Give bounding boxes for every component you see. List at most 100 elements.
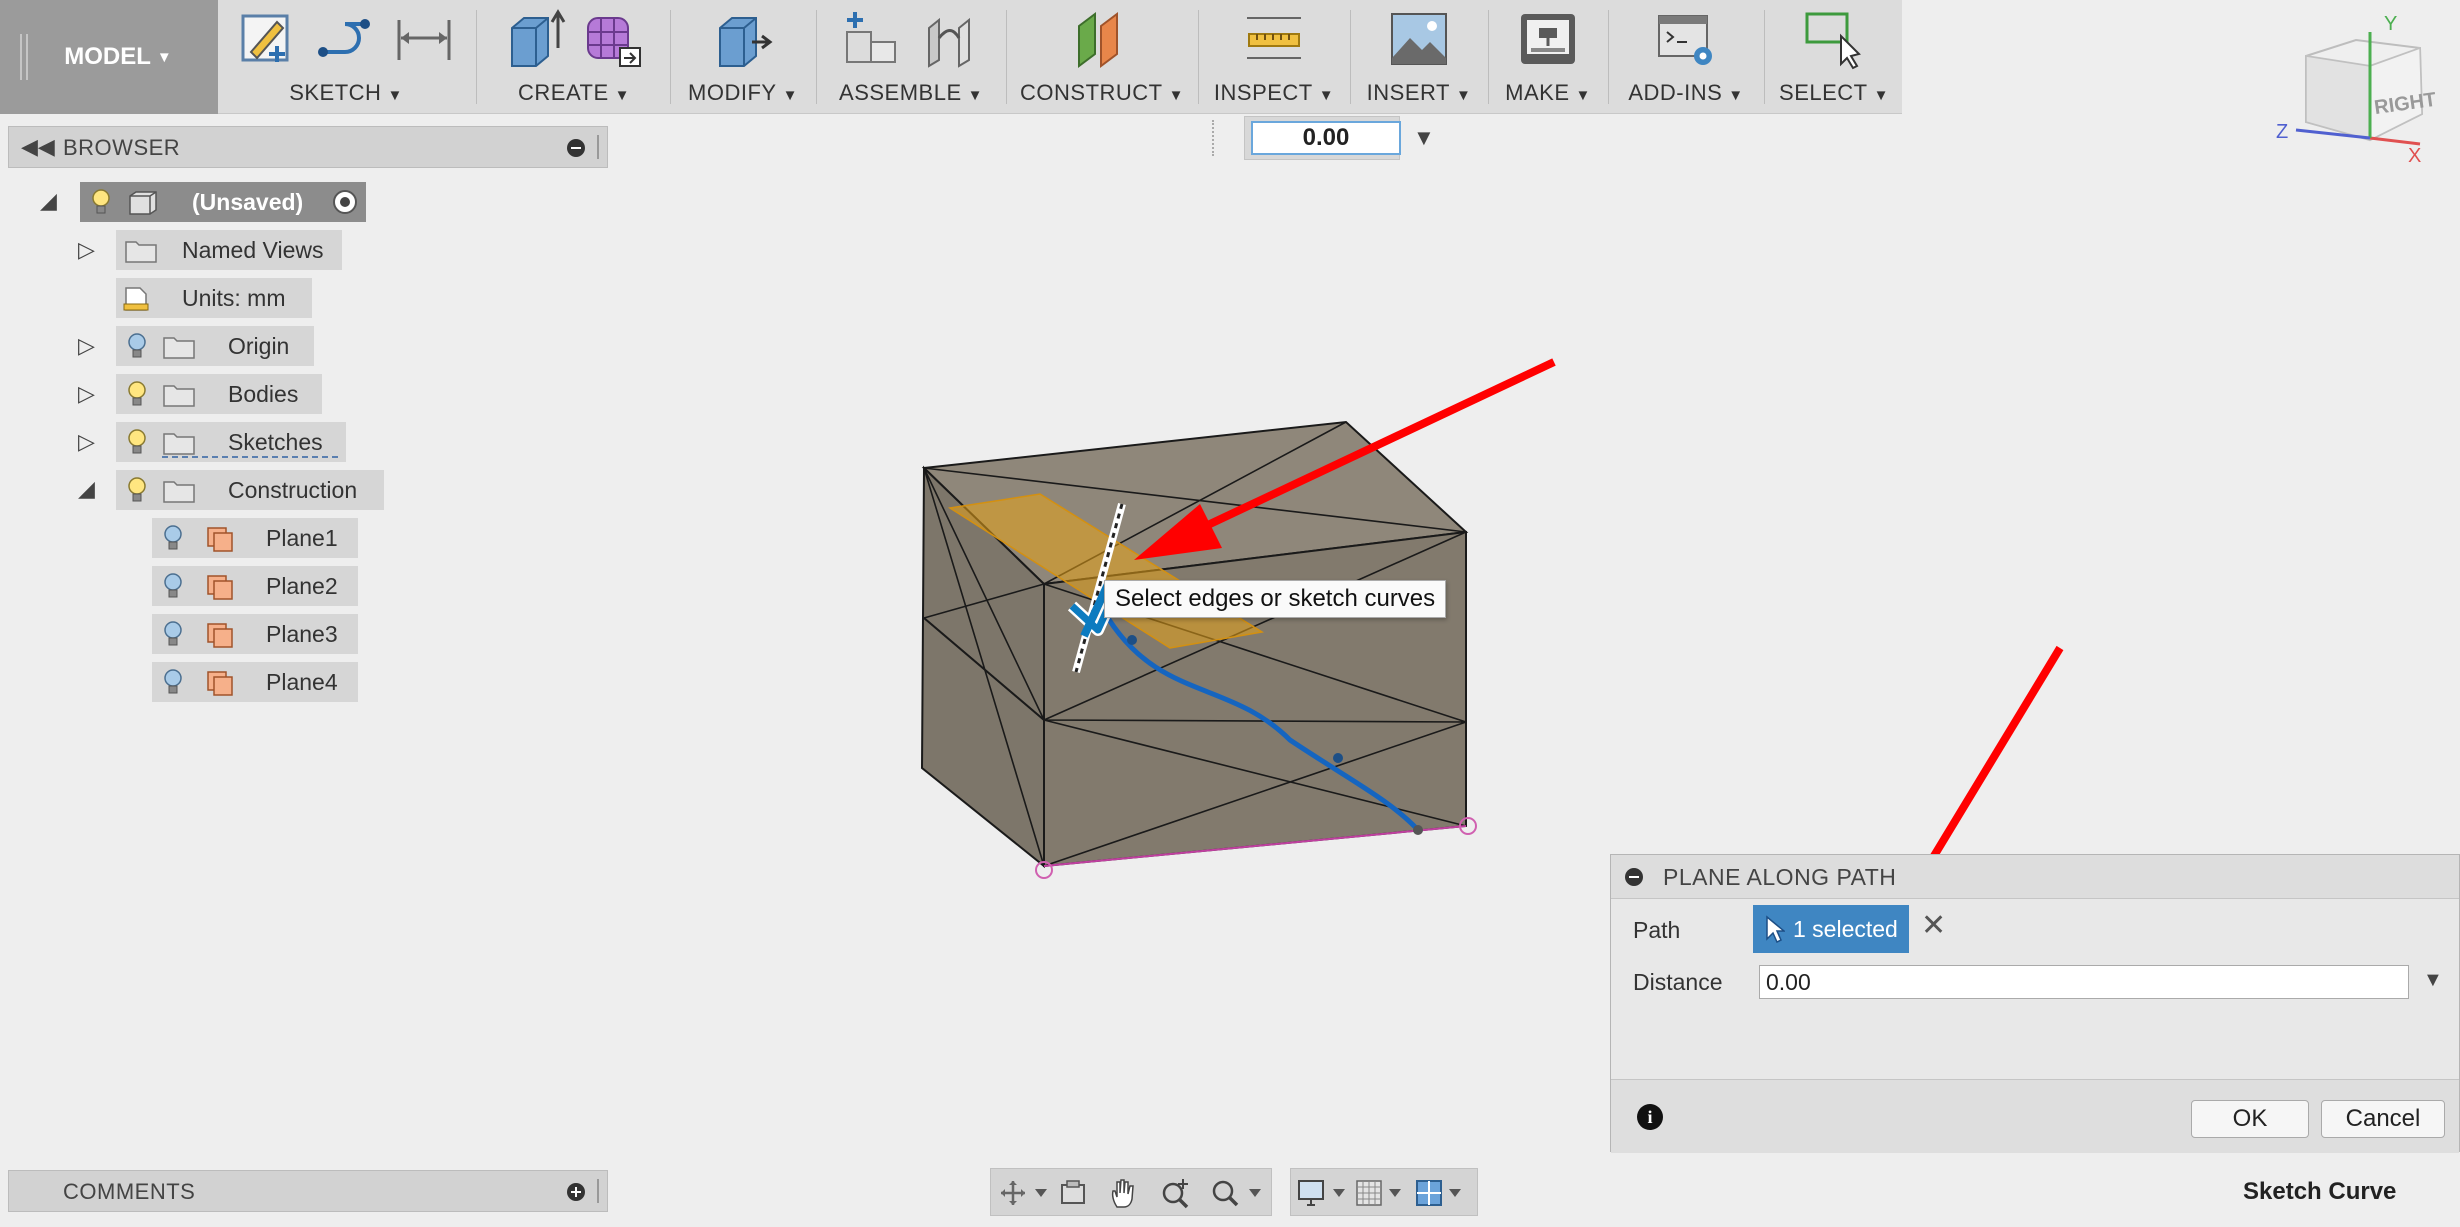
browser-item-named-views[interactable]: ▷ Named Views — [78, 230, 368, 270]
plane4-node[interactable]: Plane4 — [152, 662, 358, 702]
view-cube[interactable]: RIGHT X Y Z — [2270, 14, 2460, 174]
curve-point[interactable] — [1333, 753, 1343, 763]
zoom-icon[interactable] — [1159, 1177, 1193, 1209]
toolbar-group-inspect[interactable]: INSPECT ▼ — [1206, 0, 1342, 114]
curve-point[interactable] — [1127, 635, 1137, 645]
expand-triangle-icon[interactable]: ▷ — [78, 237, 95, 263]
plane1-node[interactable]: Plane1 — [152, 518, 358, 558]
chevron-down-icon[interactable]: ▼ — [2423, 969, 2443, 992]
toolbar-grip[interactable] — [20, 34, 28, 80]
comments-panel-header[interactable]: COMMENTS — [8, 1170, 608, 1212]
measure-icon[interactable] — [1243, 8, 1305, 70]
toolbar-group-assemble[interactable]: ASSEMBLE ▼ — [824, 0, 998, 114]
lightbulb-icon[interactable] — [126, 428, 148, 456]
toolbar-group-modify[interactable]: MODIFY ▼ — [678, 0, 808, 114]
press-pull-icon[interactable] — [712, 8, 774, 70]
sketch-path-curve[interactable] — [1105, 616, 1420, 832]
3d-print-icon[interactable] — [1517, 8, 1579, 70]
browser-item-plane3[interactable]: Plane3 — [152, 614, 362, 654]
create-sketch-icon[interactable] — [237, 8, 299, 70]
collapse-panel-icon[interactable]: ◀◀ — [21, 134, 55, 160]
dialog-header[interactable]: PLANE ALONG PATH — [1611, 855, 2459, 899]
origin-node[interactable]: Origin — [116, 326, 314, 366]
lightbulb-off-icon[interactable] — [162, 668, 184, 696]
browser-item-construction[interactable]: ◢ Construction — [78, 470, 398, 510]
browser-item-plane1[interactable]: Plane1 — [152, 518, 362, 558]
toolbar-group-add-ins[interactable]: ADD-INS ▼ — [1616, 0, 1756, 114]
pan-hand-icon[interactable] — [1109, 1177, 1139, 1209]
toolbar-group-construct[interactable]: CONSTRUCT ▼ — [1014, 0, 1190, 114]
toolbar-group-create[interactable]: CREATE ▼ — [486, 0, 662, 114]
info-icon[interactable]: i — [1637, 1104, 1663, 1130]
dimension-icon[interactable] — [393, 8, 455, 70]
browser-item-origin[interactable]: ▷ Origin — [78, 326, 338, 366]
activate-radio-icon[interactable] — [330, 188, 360, 216]
joint-icon[interactable] — [919, 8, 981, 70]
bodies-node[interactable]: Bodies — [116, 374, 322, 414]
orbit-icon[interactable] — [999, 1179, 1053, 1207]
lightbulb-icon[interactable] — [90, 188, 112, 216]
viewports-icon[interactable] — [1415, 1179, 1475, 1207]
distance-input[interactable]: 0.00 — [1759, 965, 2409, 999]
edge-endpoint[interactable] — [1035, 861, 1053, 879]
expand-triangle-icon[interactable]: ▷ — [78, 333, 95, 359]
line-sketch-icon[interactable] — [315, 8, 377, 70]
root-node[interactable]: (Unsaved) — [80, 182, 366, 222]
scripts-addins-icon[interactable] — [1655, 8, 1717, 70]
browser-root-item[interactable]: ◢ (Unsaved) — [40, 182, 380, 222]
grid-snaps-icon[interactable] — [1355, 1179, 1411, 1207]
plane2-node[interactable]: Plane2 — [152, 566, 358, 606]
zoom-window-icon[interactable] — [1209, 1177, 1269, 1209]
display-settings-icon[interactable] — [1297, 1179, 1353, 1207]
extrude-icon[interactable] — [504, 8, 566, 70]
toolbar-group-make[interactable]: MAKE ▼ — [1496, 0, 1600, 114]
path-selection-button[interactable]: 1 selected — [1753, 905, 1909, 953]
construction-node[interactable]: Construction — [116, 470, 384, 510]
construct-plane-icon[interactable] — [1071, 8, 1133, 70]
panel-grip[interactable] — [597, 1179, 601, 1203]
box-body[interactable] — [920, 420, 1469, 869]
add-comment-icon[interactable] — [567, 1183, 585, 1201]
expand-triangle-icon[interactable]: ▷ — [78, 429, 95, 455]
lightbulb-off-icon[interactable] — [162, 620, 184, 648]
plane3-node[interactable]: Plane3 — [152, 614, 358, 654]
browser-item-plane2[interactable]: Plane2 — [152, 566, 362, 606]
look-at-icon[interactable] — [1059, 1179, 1089, 1207]
ok-button[interactable]: OK — [2191, 1100, 2309, 1138]
toolbar-group-select[interactable]: SELECT ▼ — [1772, 0, 1896, 114]
units-node[interactable]: Units: mm — [116, 278, 312, 318]
minimize-icon[interactable] — [567, 139, 585, 157]
edge-endpoint[interactable] — [1459, 817, 1477, 835]
curve-point[interactable] — [1413, 825, 1423, 835]
clear-selection-icon[interactable]: ✕ — [1921, 911, 1946, 941]
chevron-down-icon[interactable]: ▼ — [1413, 125, 1435, 151]
form-icon[interactable] — [582, 8, 644, 70]
named-views-node[interactable]: Named Views — [116, 230, 342, 270]
construction-plane-icon — [207, 575, 233, 600]
lightbulb-off-icon[interactable] — [162, 572, 184, 600]
window-select-icon[interactable] — [1803, 8, 1865, 70]
browser-item-plane4[interactable]: Plane4 — [152, 662, 362, 702]
lightbulb-off-icon[interactable] — [126, 332, 148, 360]
collapse-triangle-icon[interactable]: ◢ — [40, 188, 57, 214]
panel-grip[interactable] — [597, 135, 601, 159]
lightbulb-off-icon[interactable] — [162, 524, 184, 552]
construct-menu-label: CONSTRUCT — [1020, 80, 1163, 105]
browser-item-units[interactable]: Units: mm — [116, 278, 356, 318]
distance-value-input[interactable]: 0.00 — [1251, 121, 1401, 155]
collapse-triangle-icon[interactable]: ◢ — [78, 476, 95, 502]
lightbulb-icon[interactable] — [126, 476, 148, 504]
value-field-grip[interactable] — [1212, 120, 1218, 156]
toolbar-group-sketch[interactable]: SKETCH ▼ — [224, 0, 468, 114]
expand-triangle-icon[interactable]: ▷ — [78, 381, 95, 407]
lightbulb-icon[interactable] — [126, 380, 148, 408]
cancel-button[interactable]: Cancel — [2321, 1100, 2445, 1138]
minimize-icon[interactable] — [1625, 868, 1643, 886]
browser-item-bodies[interactable]: ▷ Bodies — [78, 374, 338, 414]
insert-canvas-icon[interactable] — [1388, 8, 1450, 70]
sketches-node[interactable]: Sketches — [116, 422, 346, 462]
workspace-switcher-button[interactable]: MODEL ▼ — [0, 0, 218, 114]
toolbar-group-insert[interactable]: INSERT ▼ — [1358, 0, 1480, 114]
browser-item-sketches[interactable]: ▷ Sketches — [78, 422, 358, 462]
new-component-icon[interactable] — [841, 8, 903, 70]
